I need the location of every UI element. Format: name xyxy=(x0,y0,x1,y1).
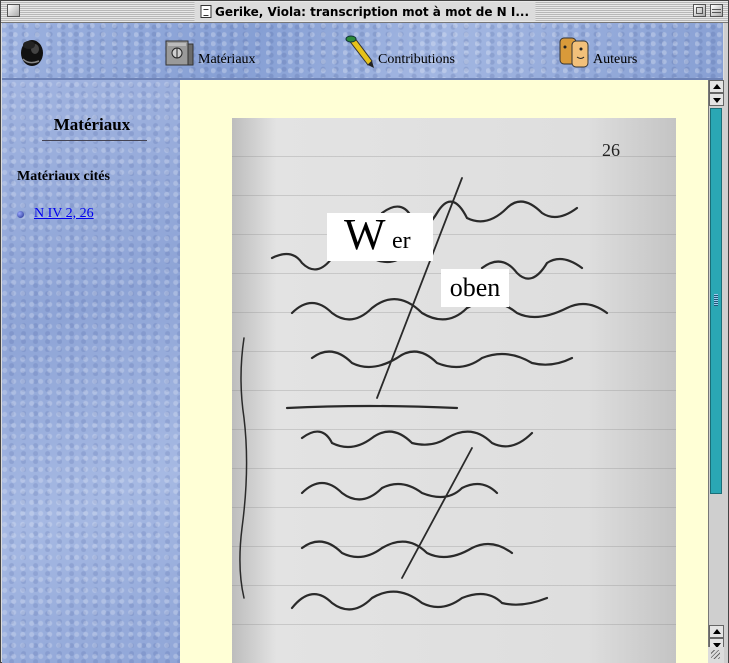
nav-materiaux-label: Matériaux xyxy=(198,52,256,67)
scrollbar-thumb[interactable] xyxy=(710,108,722,494)
scroll-up-arrow-icon[interactable] xyxy=(709,80,724,93)
window-title: Gerike, Viola: transcription mot à mot d… xyxy=(193,2,536,21)
overlay-word-1-initial: W xyxy=(344,210,386,259)
nietzsche-logo-icon[interactable] xyxy=(17,35,47,69)
faces-icon xyxy=(559,37,589,68)
nav-auteurs-label: Auteurs xyxy=(593,52,638,67)
close-box-button[interactable] xyxy=(7,4,20,17)
page-number: 26 xyxy=(602,140,620,160)
overlay-word-1-rest: er xyxy=(392,228,411,254)
safe-icon xyxy=(165,40,194,66)
manuscript-facsimile: 26 W er oben xyxy=(232,118,676,663)
pen-icon xyxy=(345,35,374,68)
sidebar-divider xyxy=(42,140,147,141)
window-right-edge xyxy=(724,23,728,663)
sidebar-link-n-iv-2-26[interactable]: N IV 2, 26 xyxy=(34,206,94,222)
document-icon xyxy=(199,5,211,18)
collapse-box-button[interactable] xyxy=(710,4,723,17)
bullet-icon xyxy=(17,210,24,218)
transcription-overlay-wer[interactable]: W er xyxy=(327,210,433,261)
nav-contributions[interactable]: Contributions xyxy=(342,35,455,69)
sidebar: Matériaux Matériaux cités N IV 2, 26 xyxy=(2,80,180,663)
nav-materiaux[interactable]: Matériaux xyxy=(162,35,256,69)
nav-contributions-label: Contributions xyxy=(378,52,456,67)
vertical-scrollbar[interactable] xyxy=(708,80,724,663)
sidebar-title: Matériaux xyxy=(53,115,131,134)
nav-auteurs[interactable]: Auteurs xyxy=(557,35,637,69)
content-area: 26 W er oben xyxy=(180,80,708,663)
window-title-text: Gerike, Viola: transcription mot à mot d… xyxy=(214,4,530,19)
title-bar[interactable]: Gerike, Viola: transcription mot à mot d… xyxy=(1,1,728,23)
browser-window: Gerike, Viola: transcription mot à mot d… xyxy=(0,0,729,663)
top-navigation: Matériaux Contributions Auteurs xyxy=(2,23,723,80)
handwriting-strokes: 26 xyxy=(239,140,620,611)
resize-grow-box[interactable] xyxy=(708,647,724,663)
transcription-overlay-oben[interactable]: oben xyxy=(441,269,509,307)
sidebar-item: N IV 2, 26 xyxy=(17,206,94,222)
scroll-down-arrow-icon[interactable] xyxy=(709,93,724,106)
sidebar-subtitle: Matériaux cités xyxy=(17,169,110,184)
zoom-box-button[interactable] xyxy=(693,4,706,17)
scroll-up-arrow-bottom-icon[interactable] xyxy=(709,625,724,638)
